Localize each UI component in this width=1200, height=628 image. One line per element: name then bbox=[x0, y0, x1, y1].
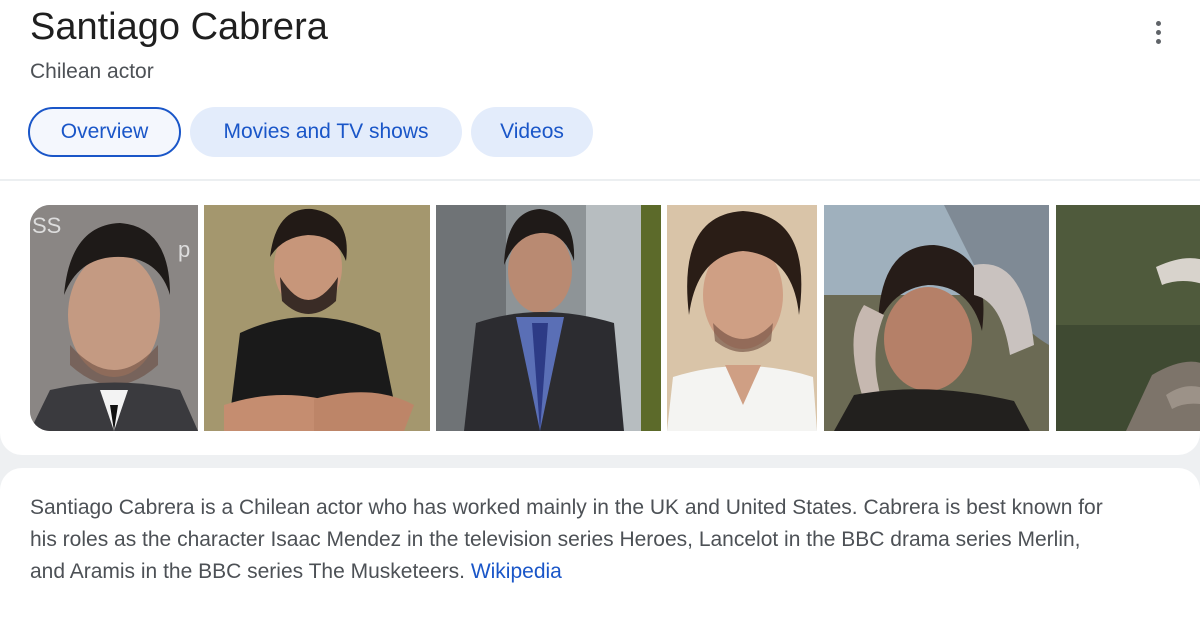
image-carousel: SS p bbox=[30, 205, 1200, 431]
wikipedia-source-link[interactable]: Wikipedia bbox=[471, 560, 562, 583]
description-line: his roles as the character Isaac Mendez … bbox=[30, 528, 1081, 551]
tab-movies-and-tv-shows[interactable]: Movies and TV shows bbox=[190, 107, 462, 157]
tab-videos[interactable]: Videos bbox=[471, 107, 593, 157]
entity-subtitle: Chilean actor bbox=[30, 60, 154, 83]
svg-text:p: p bbox=[178, 237, 190, 262]
description-line: and Aramis in the BBC series The Muskete… bbox=[30, 560, 471, 583]
backdrop-text: SS bbox=[32, 213, 61, 238]
more-vert-icon[interactable] bbox=[1148, 18, 1170, 48]
knowledge-panel-header-card: Santiago Cabrera Chilean actor Overview … bbox=[0, 0, 1200, 455]
actor-photo-6[interactable] bbox=[1056, 205, 1200, 431]
actor-photo-4[interactable] bbox=[667, 205, 817, 431]
description-card: Santiago Cabrera is a Chilean actor who … bbox=[0, 468, 1200, 628]
actor-photo-2[interactable] bbox=[204, 205, 430, 431]
actor-photo-5[interactable] bbox=[824, 205, 1049, 431]
entity-description: Santiago Cabrera is a Chilean actor who … bbox=[30, 492, 1195, 588]
tab-overview[interactable]: Overview bbox=[28, 107, 181, 157]
actor-photo-3[interactable] bbox=[436, 205, 661, 431]
entity-title: Santiago Cabrera bbox=[30, 6, 328, 48]
divider bbox=[0, 179, 1200, 181]
description-line: Santiago Cabrera is a Chilean actor who … bbox=[30, 496, 1103, 519]
actor-photo-1[interactable]: SS p bbox=[30, 205, 198, 431]
